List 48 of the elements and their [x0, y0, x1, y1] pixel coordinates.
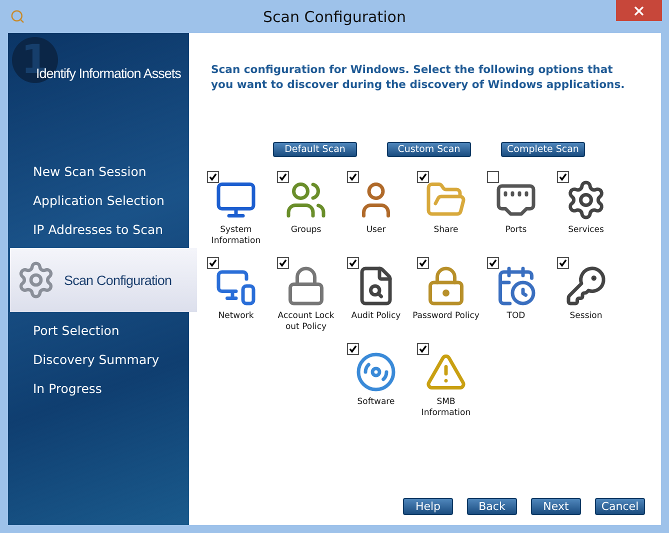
checkbox[interactable]: [557, 171, 569, 183]
sidebar-item[interactable]: New Scan Session: [8, 157, 189, 186]
sidebar-item[interactable]: Application Selection: [8, 186, 189, 215]
scan-button[interactable]: Default Scan: [273, 142, 357, 157]
checkbox[interactable]: [487, 171, 499, 183]
checkbox[interactable]: [487, 257, 499, 269]
footer-button[interactable]: Next: [531, 498, 581, 515]
sidebar-item[interactable]: Port Selection: [8, 316, 189, 345]
checkbox[interactable]: [347, 257, 359, 269]
checkbox[interactable]: [277, 257, 289, 269]
checkbox[interactable]: [417, 343, 429, 355]
scan-button[interactable]: Custom Scan: [387, 142, 471, 157]
checkbox[interactable]: [207, 171, 219, 183]
option-label: Groups: [290, 225, 322, 236]
sidebar-item[interactable]: Discovery Summary: [8, 345, 189, 374]
checkbox[interactable]: [277, 171, 289, 183]
footer-button[interactable]: Help: [403, 498, 453, 515]
option-label: Share: [434, 225, 458, 236]
scan-button[interactable]: Complete Scan: [501, 142, 585, 157]
footer-button[interactable]: Cancel: [595, 498, 645, 515]
option-label: Network: [218, 311, 254, 322]
option-label: SMB Information: [420, 397, 472, 419]
intro-text: Scan configuration for Windows. Select the following options that you want to discover during the discovery of Windows applications.: [211, 62, 626, 92]
footer-button[interactable]: Back: [467, 498, 517, 515]
option-label: System Information: [210, 225, 262, 247]
option-label: Ports: [505, 225, 527, 236]
option-label: Password Policy: [412, 311, 480, 322]
checkbox[interactable]: [347, 171, 359, 183]
option-label: Account Lock out Policy: [276, 311, 336, 333]
sidebar-item[interactable]: Scan Configuration: [10, 248, 197, 312]
window-title: Scan Configuration: [263, 8, 406, 26]
option-label: Services: [568, 225, 604, 236]
option-label: Software: [357, 397, 395, 408]
option-label: Session: [570, 311, 602, 322]
sidebar-item[interactable]: In Progress: [8, 374, 189, 403]
checkbox[interactable]: [207, 257, 219, 269]
disc-icon: [355, 351, 397, 393]
key-icon: [565, 265, 607, 307]
checkbox[interactable]: [347, 343, 359, 355]
option-label: User: [366, 225, 386, 236]
checkbox[interactable]: [417, 257, 429, 269]
checkbox[interactable]: [417, 171, 429, 183]
option-label: TOD: [506, 311, 526, 322]
sidebar-item[interactable]: IP Addresses to Scan: [8, 215, 189, 244]
option-label: Audit Policy: [351, 311, 401, 322]
close-button[interactable]: [616, 0, 662, 21]
checkbox[interactable]: [557, 257, 569, 269]
close-icon: [632, 4, 646, 18]
